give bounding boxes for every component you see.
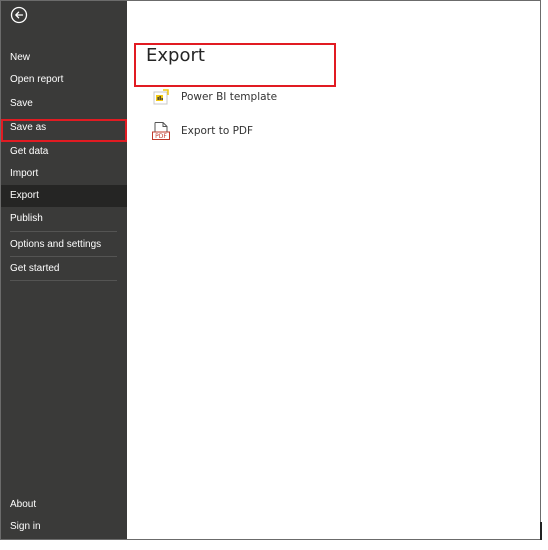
nav-publish[interactable]: Publish — [1, 208, 127, 230]
nav-get-started[interactable]: Get started — [1, 258, 127, 280]
nav-label: Get data — [10, 146, 49, 157]
window-edge-mark — [540, 522, 542, 540]
nav-sign-in[interactable]: Sign in — [1, 516, 127, 538]
power-bi-template-option[interactable]: Power BI template — [151, 86, 277, 108]
back-arrow-icon — [10, 6, 28, 24]
nav-save[interactable]: Save — [1, 93, 127, 115]
pdf-icon-text: PDF — [155, 133, 167, 140]
option-label: Export to PDF — [181, 125, 254, 137]
nav-label: Get started — [10, 263, 60, 274]
back-button[interactable] — [7, 3, 31, 27]
pdf-icon: PDF — [151, 121, 171, 141]
option-label: Power BI template — [181, 91, 278, 103]
nav-divider — [10, 280, 117, 281]
nav-about[interactable]: About — [1, 494, 127, 516]
nav-import[interactable]: Import — [1, 163, 127, 185]
nav-label: Save — [10, 98, 33, 109]
nav-label: Save as — [10, 122, 47, 133]
nav-divider — [10, 231, 117, 232]
nav-label: Open report — [10, 74, 64, 85]
nav-label: Export — [10, 190, 39, 201]
nav-label: About — [10, 499, 37, 510]
nav-label: Import — [10, 168, 39, 179]
nav-new[interactable]: New — [1, 47, 127, 69]
nav-divider — [10, 256, 117, 257]
nav-label: Options and settings — [10, 239, 102, 250]
export-to-pdf-option[interactable]: PDF Export to PDF — [151, 120, 253, 142]
nav-export[interactable]: Export — [1, 185, 127, 207]
backstage-sidebar: New Open report Save Save as Get data Im… — [1, 1, 127, 539]
nav-options-and-settings[interactable]: Options and settings — [1, 234, 127, 256]
nav-open-report[interactable]: Open report — [1, 69, 127, 91]
nav-label: New — [10, 52, 31, 63]
export-panel: Export Power BI template PDF Export to P… — [127, 1, 540, 539]
nav-save-as[interactable]: Save as — [1, 117, 127, 139]
power-bi-template-icon — [151, 87, 171, 107]
nav-label: Publish — [10, 213, 43, 224]
nav-label: Sign in — [10, 521, 41, 532]
page-title: Export — [146, 45, 205, 66]
nav-get-data[interactable]: Get data — [1, 141, 127, 163]
